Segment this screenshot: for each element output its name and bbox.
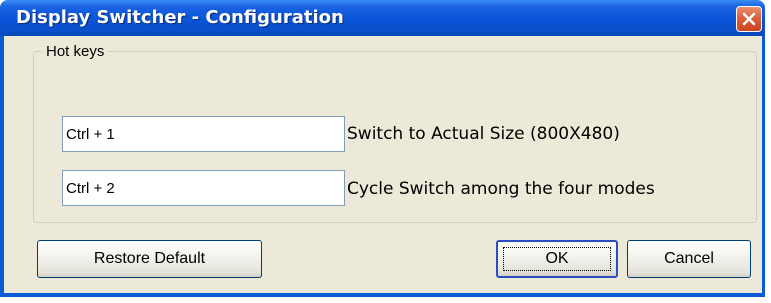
cancel-button[interactable]: Cancel: [627, 240, 751, 278]
close-icon: [742, 12, 756, 26]
close-button[interactable]: [736, 6, 762, 32]
title-bar[interactable]: Display Switcher - Configuration: [0, 0, 765, 36]
hotkey-1-description: Switch to Actual Size (800X480): [347, 124, 620, 144]
cancel-label: Cancel: [664, 250, 714, 267]
hotkey-1-field[interactable]: [62, 116, 345, 152]
window-title: Display Switcher - Configuration: [16, 7, 344, 28]
ok-label: OK: [545, 250, 569, 267]
ok-button[interactable]: OK: [496, 240, 618, 278]
hotkey-2-description: Cycle Switch among the four modes: [347, 179, 655, 199]
hotkey-2-field[interactable]: [62, 170, 345, 206]
hotkeys-group-label: Hot keys: [42, 43, 109, 60]
restore-default-label: Restore Default: [93, 250, 206, 267]
restore-default-button[interactable]: Restore Default: [37, 240, 262, 278]
